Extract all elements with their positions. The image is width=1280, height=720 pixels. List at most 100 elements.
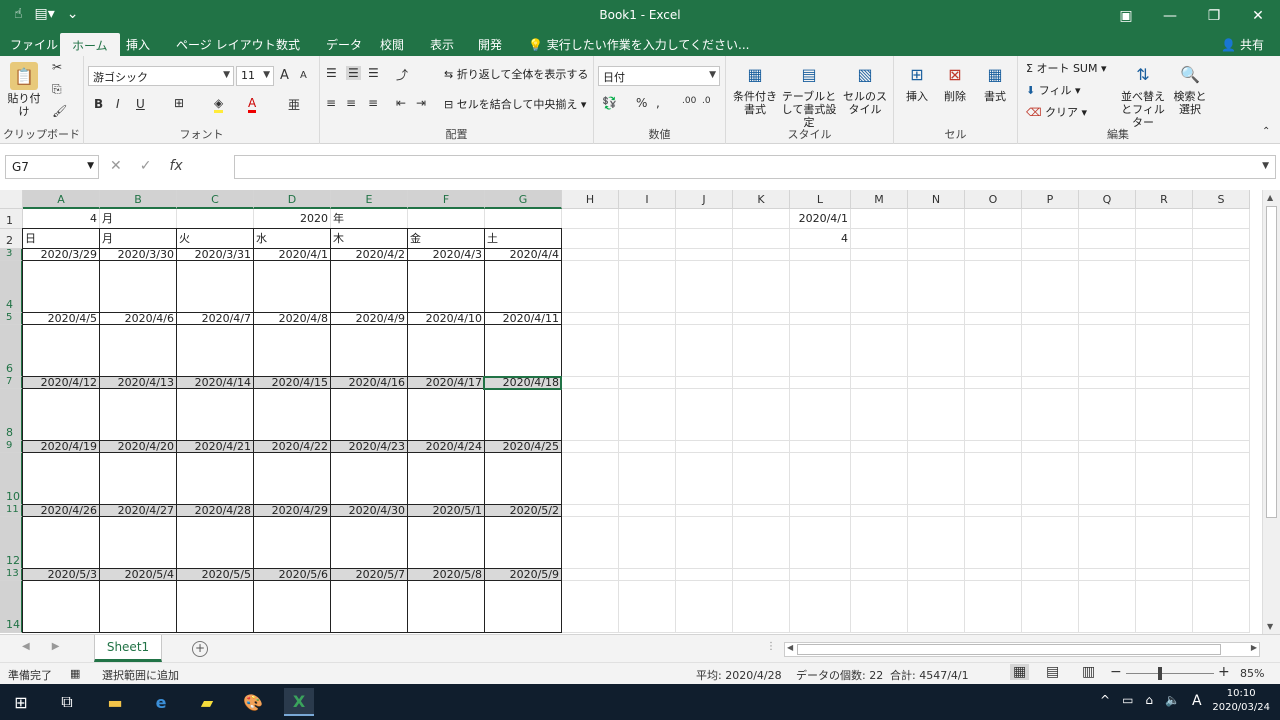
volume-icon[interactable]: 🔈 [1165, 693, 1180, 709]
date-cell[interactable]: 2020/4/17 [408, 376, 484, 390]
macro-record-icon[interactable]: ▦ [70, 667, 80, 680]
date-cell[interactable]: 2020/4/11 [485, 312, 561, 326]
share-button[interactable]: 👤 共有 [1215, 34, 1270, 55]
column-header-N[interactable]: N [908, 190, 965, 209]
zoom-out-icon[interactable]: − [1110, 664, 1122, 680]
column-header-G[interactable]: G [485, 190, 562, 209]
network-icon[interactable]: ⌂ [1145, 693, 1153, 709]
date-cell[interactable]: 2020/4/28 [177, 504, 253, 518]
ribbon-display-icon[interactable]: ▣ [1104, 0, 1148, 32]
underline-button[interactable]: U [136, 97, 145, 111]
windows-start-icon[interactable]: ⊞ [6, 688, 36, 716]
ime-indicator[interactable]: A [1192, 693, 1202, 709]
font-name-dropdown[interactable]: 游ゴシック ▼ [88, 66, 234, 86]
scroll-right-icon[interactable]: ▶ [1251, 643, 1257, 652]
tab-insert[interactable]: 挿入 [126, 36, 150, 53]
scroll-up-icon[interactable]: ▲ [1267, 193, 1273, 202]
clear-button[interactable]: ⌫ クリア ▾ [1026, 106, 1087, 119]
row-header-4[interactable]: 4 [0, 261, 23, 313]
fill-button[interactable]: ⬇ フィル ▾ [1026, 84, 1081, 97]
align-center-icon[interactable]: ≡ [346, 96, 356, 110]
date-cell[interactable]: 2020/4/8 [254, 312, 330, 326]
row-header-2[interactable]: 2 [0, 229, 23, 249]
number-format-dropdown[interactable]: 日付 ▼ [598, 66, 720, 86]
zoom-level[interactable]: 85% [1240, 667, 1264, 680]
date-cell[interactable]: 2020/4/4 [485, 248, 561, 262]
weekday-header[interactable]: 土 [485, 232, 561, 246]
zoom-in-icon[interactable]: + [1218, 664, 1230, 680]
date-cell[interactable]: 2020/4/2 [331, 248, 407, 262]
enter-icon[interactable]: ✓ [140, 158, 152, 174]
tab-review[interactable]: 校閲 [380, 36, 404, 53]
date-cell[interactable]: 2020/5/5 [177, 568, 253, 582]
column-header-C[interactable]: C [177, 190, 254, 209]
font-size-dropdown[interactable]: 11 ▼ [236, 66, 274, 86]
row-header-12[interactable]: 12 [0, 517, 23, 569]
date-cell[interactable]: 2020/5/7 [331, 568, 407, 582]
scroll-left-icon[interactable]: ◀ [787, 643, 793, 652]
sort-filter-button[interactable]: ⇅ 並べ替えとフィルター [1118, 60, 1168, 129]
row-header-14[interactable]: 14 [0, 581, 23, 633]
merge-center-button[interactable]: ⊟ セルを結合して中央揃え ▾ [444, 98, 586, 111]
weekday-header[interactable]: 月 [100, 232, 176, 246]
cell-D1[interactable]: 2020 [254, 212, 330, 226]
sheet-next-icon[interactable]: ▶ [52, 641, 60, 652]
find-select-button[interactable]: 🔍 検索と選択 [1170, 60, 1210, 116]
tab-file[interactable]: ファイル [10, 36, 58, 53]
date-cell[interactable]: 2020/4/19 [23, 440, 99, 454]
collapse-ribbon-icon[interactable]: ⌃ [1262, 126, 1270, 137]
date-cell[interactable]: 2020/4/6 [100, 312, 176, 326]
orientation-icon[interactable]: ⤴ [396, 66, 408, 83]
column-header-M[interactable]: M [851, 190, 908, 209]
copy-icon[interactable]: ⎘ [52, 82, 62, 97]
italic-button[interactable]: I [116, 97, 120, 111]
column-header-L[interactable]: L [790, 190, 851, 209]
sheet-prev-icon[interactable]: ◀ [22, 641, 30, 652]
cell-L2[interactable]: 4 [790, 232, 850, 246]
date-cell[interactable]: 2020/4/9 [331, 312, 407, 326]
date-cell[interactable]: 2020/3/30 [100, 248, 176, 262]
edge-icon[interactable]: e [146, 688, 176, 716]
minimize-button[interactable]: — [1148, 0, 1192, 32]
tab-home[interactable]: ホーム [60, 33, 120, 56]
align-top-icon[interactable]: ☰ [326, 66, 337, 80]
active-cell[interactable] [483, 376, 562, 390]
date-cell[interactable]: 2020/4/30 [331, 504, 407, 518]
increase-decimal-icon[interactable]: .00 [682, 96, 696, 106]
close-button[interactable]: ✕ [1236, 0, 1280, 32]
file-explorer-icon[interactable]: ▬ [100, 688, 130, 716]
weekday-header[interactable]: 日 [23, 232, 99, 246]
worksheet-grid[interactable]: A B C D E F G H I J K L M N O P Q R S 1 2 3 4 5 6 7 8 9 10 11 12 13 14 4 月… [0, 190, 1262, 634]
weekday-header[interactable]: 水 [254, 232, 330, 246]
date-cell[interactable]: 2020/4/25 [485, 440, 561, 454]
maximize-button[interactable]: ❐ [1192, 0, 1236, 32]
page-layout-view-icon[interactable]: ▤ [1046, 664, 1059, 680]
excel-taskbar-icon[interactable]: X [284, 688, 314, 716]
name-box[interactable]: G7 ▼ [5, 155, 99, 179]
cell-L1[interactable]: 2020/4/1 [790, 212, 850, 226]
row-header-11[interactable]: 11 [0, 505, 23, 517]
clock[interactable]: 10:10 2020/03/24 [1212, 687, 1270, 715]
select-all-corner[interactable] [0, 190, 23, 209]
format-as-table-button[interactable]: ▤ テーブルとして書式設定 [780, 60, 838, 129]
zoom-slider-thumb[interactable] [1158, 667, 1162, 680]
date-cell[interactable]: 2020/4/13 [100, 376, 176, 390]
date-cell[interactable]: 2020/5/4 [100, 568, 176, 582]
date-cell[interactable]: 2020/4/12 [23, 376, 99, 390]
date-cell[interactable]: 2020/4/24 [408, 440, 484, 454]
add-sheet-button[interactable]: + [192, 641, 208, 657]
tab-view[interactable]: 表示 [430, 36, 454, 53]
page-break-view-icon[interactable]: ▥ [1082, 664, 1095, 680]
date-cell[interactable]: 2020/4/23 [331, 440, 407, 454]
row-header-8[interactable]: 8 [0, 389, 23, 441]
formula-input[interactable]: ▼ [234, 155, 1276, 179]
date-cell[interactable]: 2020/5/1 [408, 504, 484, 518]
increase-font-button[interactable]: A [280, 68, 289, 83]
cell-B1[interactable]: 月 [100, 212, 176, 226]
autosum-button[interactable]: Σ オート SUM ▾ [1026, 62, 1107, 75]
vertical-scrollbar[interactable]: ▲ ▼ [1262, 190, 1280, 634]
column-header-A[interactable]: A [23, 190, 100, 209]
cell-A1[interactable]: 4 [23, 212, 99, 226]
decrease-indent-icon[interactable]: ⇤ [396, 96, 406, 110]
column-header-I[interactable]: I [619, 190, 676, 209]
